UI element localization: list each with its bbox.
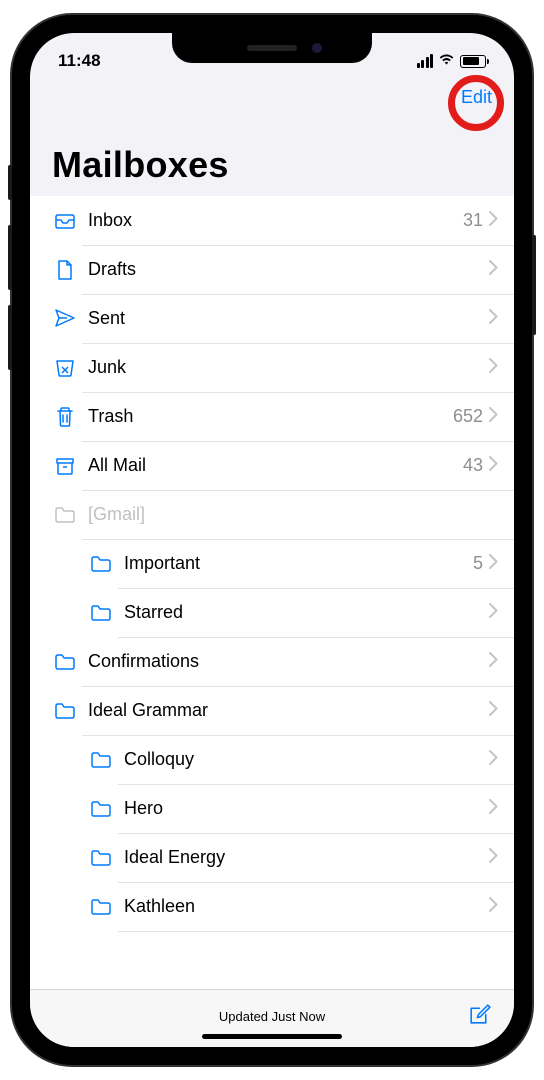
mailbox-row[interactable]: Ideal Energy xyxy=(30,833,514,882)
folder-icon xyxy=(84,601,118,625)
mailbox-row[interactable]: Confirmations xyxy=(30,637,514,686)
mailbox-row[interactable]: Important5 xyxy=(30,539,514,588)
nav-bar: Edit xyxy=(30,77,514,114)
mailbox-label: Sent xyxy=(88,308,489,329)
mailbox-label: Colloquy xyxy=(124,749,489,770)
home-indicator xyxy=(202,1034,342,1039)
mailbox-row[interactable]: Kathleen xyxy=(30,882,514,931)
mailbox-row: [Gmail] xyxy=(30,490,514,539)
chevron-right-icon xyxy=(489,799,498,819)
chevron-right-icon xyxy=(489,407,498,427)
status-time: 11:48 xyxy=(58,51,101,71)
mailbox-count: 652 xyxy=(453,406,483,427)
chevron-right-icon xyxy=(489,211,498,231)
mailbox-label: Inbox xyxy=(88,210,463,231)
chevron-right-icon xyxy=(489,701,498,721)
mailbox-label: Hero xyxy=(124,798,489,819)
chevron-right-icon xyxy=(489,603,498,623)
chevron-right-icon xyxy=(489,456,498,476)
battery-icon xyxy=(460,55,486,68)
mailbox-row[interactable]: Sent xyxy=(30,294,514,343)
chevron-right-icon xyxy=(489,652,498,672)
mailbox-count: 5 xyxy=(473,553,483,574)
folder-icon xyxy=(84,846,118,870)
mailbox-label: Kathleen xyxy=(124,896,489,917)
mailbox-label: Important xyxy=(124,553,473,574)
sent-icon xyxy=(48,307,82,331)
mailbox-label: Ideal Energy xyxy=(124,847,489,868)
junk-icon xyxy=(48,356,82,380)
mailbox-row[interactable]: Starred xyxy=(30,588,514,637)
notch xyxy=(172,33,372,63)
mailbox-label: All Mail xyxy=(88,455,463,476)
folder-icon xyxy=(84,797,118,821)
mailbox-count: 31 xyxy=(463,210,483,231)
mailbox-label: [Gmail] xyxy=(88,504,514,525)
cellular-signal-icon xyxy=(417,54,434,68)
chevron-right-icon xyxy=(489,309,498,329)
folder-icon xyxy=(84,895,118,919)
mailbox-label: Confirmations xyxy=(88,651,489,672)
folder-icon xyxy=(48,650,82,674)
compose-button[interactable] xyxy=(467,1002,492,1032)
mailbox-row[interactable]: Hero xyxy=(30,784,514,833)
chevron-right-icon xyxy=(489,750,498,770)
folder-gray-icon xyxy=(48,503,82,527)
mailbox-row[interactable]: Drafts xyxy=(30,245,514,294)
folder-icon xyxy=(84,552,118,576)
mailbox-label: Ideal Grammar xyxy=(88,700,489,721)
screen: 11:48 Edit Mailboxes Inbox31 Drafts Sent Ju… xyxy=(30,33,514,1047)
chevron-right-icon xyxy=(489,260,498,280)
chevron-right-icon xyxy=(489,848,498,868)
mailbox-label: Drafts xyxy=(88,259,489,280)
toolbar-status: Updated Just Now xyxy=(219,1009,325,1024)
mailbox-label: Starred xyxy=(124,602,489,623)
trash-icon xyxy=(48,405,82,429)
mailbox-count: 43 xyxy=(463,455,483,476)
mailbox-row[interactable]: All Mail43 xyxy=(30,441,514,490)
mailbox-row[interactable]: Ideal Grammar xyxy=(30,686,514,735)
chevron-right-icon xyxy=(489,897,498,917)
chevron-right-icon xyxy=(489,554,498,574)
device-frame: 11:48 Edit Mailboxes Inbox31 Drafts Sent Ju… xyxy=(12,15,532,1065)
mailbox-row[interactable]: Trash652 xyxy=(30,392,514,441)
edit-button[interactable]: Edit xyxy=(461,87,492,108)
archive-icon xyxy=(48,454,82,478)
page-title: Mailboxes xyxy=(30,114,514,196)
wifi-icon xyxy=(438,51,455,71)
folder-icon xyxy=(84,748,118,772)
mailbox-label: Trash xyxy=(88,406,453,427)
inbox-icon xyxy=(48,209,82,233)
draft-icon xyxy=(48,258,82,282)
chevron-right-icon xyxy=(489,358,498,378)
mailbox-label: Junk xyxy=(88,357,489,378)
mailbox-row[interactable]: Colloquy xyxy=(30,735,514,784)
folder-icon xyxy=(48,699,82,723)
mailbox-list: Inbox31DraftsSentJunkTrash652All Mail43[… xyxy=(30,196,514,989)
mailbox-row[interactable]: Junk xyxy=(30,343,514,392)
mailbox-row[interactable]: Inbox31 xyxy=(30,196,514,245)
